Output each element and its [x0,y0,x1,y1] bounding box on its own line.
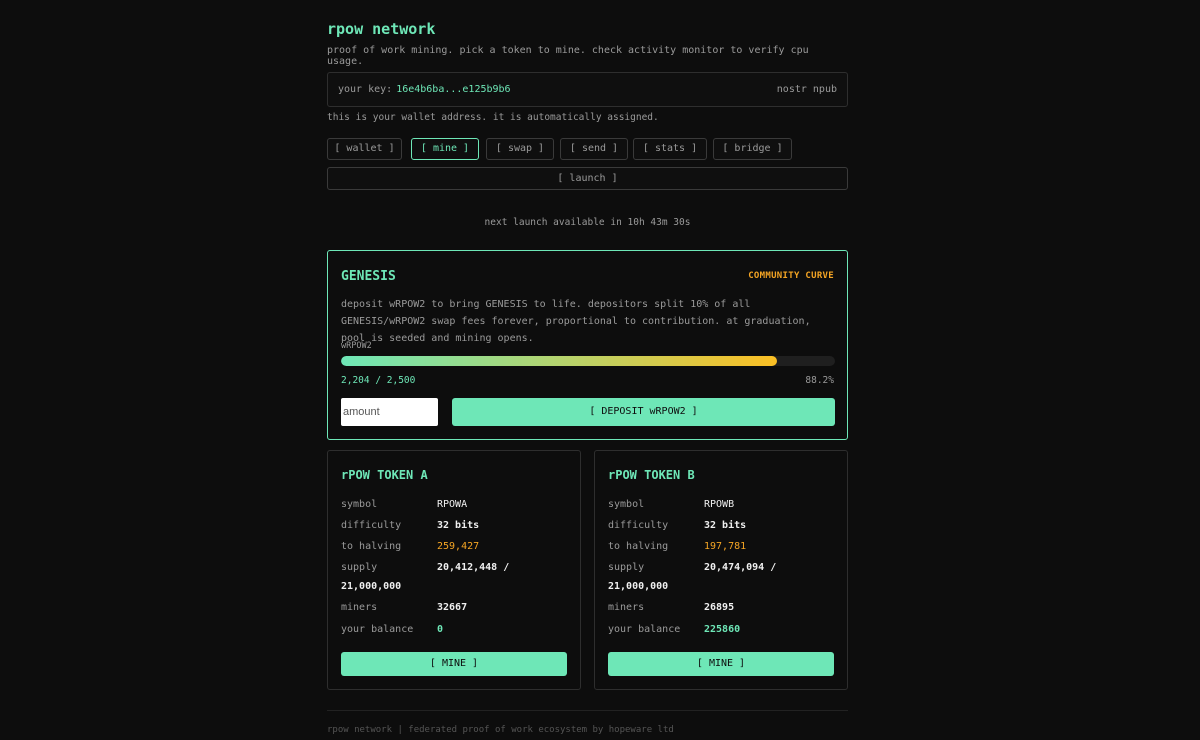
tab-wallet[interactable]: [ wallet ] [327,138,402,160]
key-value[interactable]: 16e4b6ba...e125b9b6 [396,84,510,95]
key-box: your key: 16e4b6ba...e125b9b6 nostr npub [327,72,848,107]
halving-label: to halving [608,541,669,552]
key-note: this is your wallet address. it is autom… [327,112,659,123]
token-title: rPOW TOKEN B [608,468,695,482]
page-title: rpow network [327,20,436,38]
key-label-text: your key: [338,84,393,95]
balance-value: 0 [437,624,444,635]
amount-input[interactable] [341,398,438,426]
page-subtitle: proof of work mining. pick a token to mi… [327,45,809,67]
footer-text: rpow network | federated proof of work e… [327,725,674,735]
balance-label: your balance [341,624,414,635]
tab-stats[interactable]: [ stats ] [633,138,707,160]
footer-divider [327,710,848,711]
miners-label: miners [341,602,378,613]
token-card-b: rPOW TOKEN B symbol RPOWB difficulty 32 … [594,450,848,690]
difficulty-value: 32 bits [437,520,480,531]
tab-mine[interactable]: [ mine ] [411,138,479,160]
mine-button[interactable]: [ MINE ] [341,652,567,676]
genesis-progress-fill [341,356,777,366]
symbol-value: RPOWB [704,499,735,510]
halving-label: to halving [341,541,402,552]
supply-max: 21,000,000 [608,581,669,592]
miners-label: miners [608,602,645,613]
tab-swap[interactable]: [ swap ] [486,138,554,160]
tab-bridge[interactable]: [ bridge ] [713,138,792,160]
genesis-token-label: wRPOW2 [341,341,372,351]
genesis-progress-bar [341,356,835,366]
balance-label: your balance [608,624,681,635]
supply-label: supply [341,562,378,573]
mine-button[interactable]: [ MINE ] [608,652,834,676]
next-launch-countdown: next launch available in 10h 43m 30s [484,217,691,228]
difficulty-value: 32 bits [704,520,747,531]
difficulty-label: difficulty [341,520,402,531]
genesis-progress-text: 2,204 / 2,500 [341,375,416,386]
symbol-label: symbol [341,499,378,510]
miners-value: 26895 [704,602,735,613]
balance-value: 225860 [704,624,741,635]
halving-value: 197,781 [704,541,747,552]
nostr-npub-toggle[interactable]: nostr npub [777,84,837,95]
supply-value: 20,412,448 / [437,562,510,573]
supply-label: supply [608,562,645,573]
genesis-description: deposit wRPOW2 to bring GENESIS to life.… [341,299,811,344]
community-curve-badge: COMMUNITY CURVE [748,271,834,281]
key-label: your key: 16e4b6ba...e125b9b6 [338,84,511,95]
symbol-label: symbol [608,499,645,510]
miners-value: 32667 [437,602,468,613]
deposit-button[interactable]: [ DEPOSIT wRPOW2 ] [452,398,835,426]
genesis-panel: GENESIS COMMUNITY CURVE deposit wRPOW2 t… [327,250,848,440]
token-card-a: rPOW TOKEN A symbol RPOWA difficulty 32 … [327,450,581,690]
tab-send[interactable]: [ send ] [560,138,628,160]
genesis-percent: 88.2% [805,375,834,386]
supply-max: 21,000,000 [341,581,402,592]
supply-value: 20,474,094 / [704,562,777,573]
symbol-value: RPOWA [437,499,468,510]
halving-value: 259,427 [437,541,480,552]
launch-button[interactable]: [ launch ] [327,167,848,190]
difficulty-label: difficulty [608,520,669,531]
genesis-title: GENESIS [341,269,396,284]
token-title: rPOW TOKEN A [341,468,428,482]
